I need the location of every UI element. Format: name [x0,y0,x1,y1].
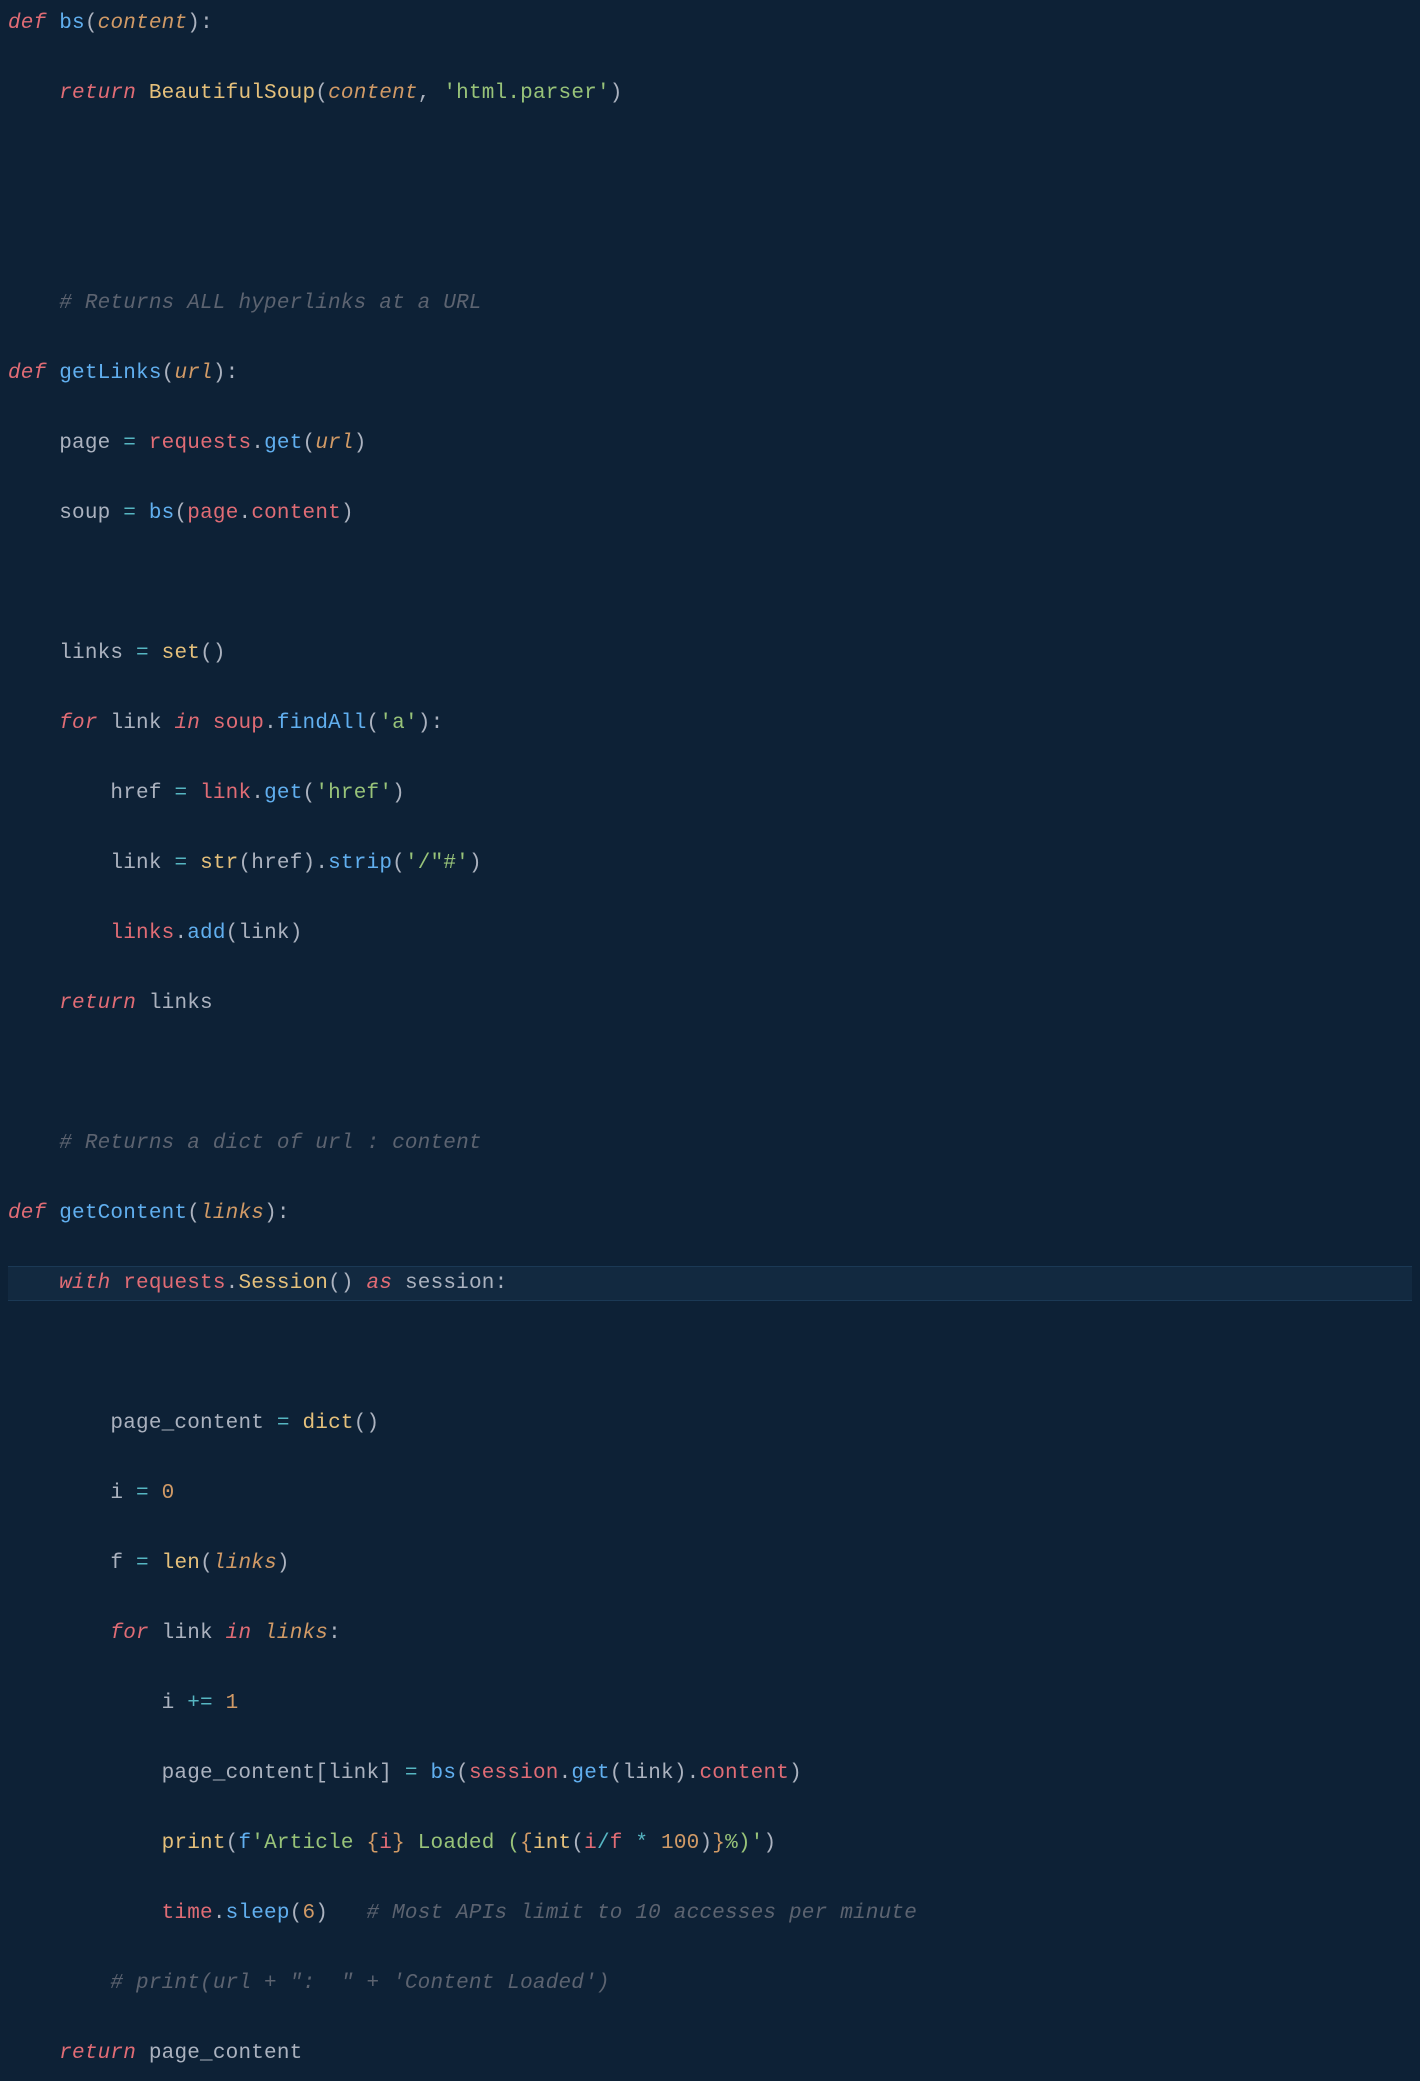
code-line: print(f'Article {i} Loaded ({int(i/f * 1… [8,1826,1412,1861]
code-line: page_content = dict() [8,1406,1412,1441]
code-line: page = requests.get(url) [8,426,1412,461]
code-line: href = link.get('href') [8,776,1412,811]
code-line: return page_content [8,2036,1412,2071]
code-line: def getLinks(url): [8,356,1412,391]
code-line: return BeautifulSoup(content, 'html.pars… [8,76,1412,111]
code-line: soup = bs(page.content) [8,496,1412,531]
code-line [8,566,1412,601]
code-line: links = set() [8,636,1412,671]
code-line: time.sleep(6) # Most APIs limit to 10 ac… [8,1896,1412,1931]
code-line [8,216,1412,251]
code-line: def bs(content): [8,6,1412,41]
code-line: i += 1 [8,1686,1412,1721]
code-line: # Returns a dict of url : content [8,1126,1412,1161]
code-block: def bs(content): return BeautifulSoup(co… [0,0,1420,2081]
code-line: for link in soup.findAll('a'): [8,706,1412,741]
code-line [8,146,1412,181]
code-line-highlighted: with requests.Session() as session: [8,1266,1412,1301]
code-line: links.add(link) [8,916,1412,951]
code-line [8,1336,1412,1371]
code-line [8,1056,1412,1091]
code-line: return links [8,986,1412,1021]
code-line: i = 0 [8,1476,1412,1511]
code-line: page_content[link] = bs(session.get(link… [8,1756,1412,1791]
code-line: def getContent(links): [8,1196,1412,1231]
code-line: # Returns ALL hyperlinks at a URL [8,286,1412,321]
code-line: # print(url + ": " + 'Content Loaded') [8,1966,1412,2001]
code-line: f = len(links) [8,1546,1412,1581]
code-line: link = str(href).strip('/"#') [8,846,1412,881]
code-line: for link in links: [8,1616,1412,1651]
